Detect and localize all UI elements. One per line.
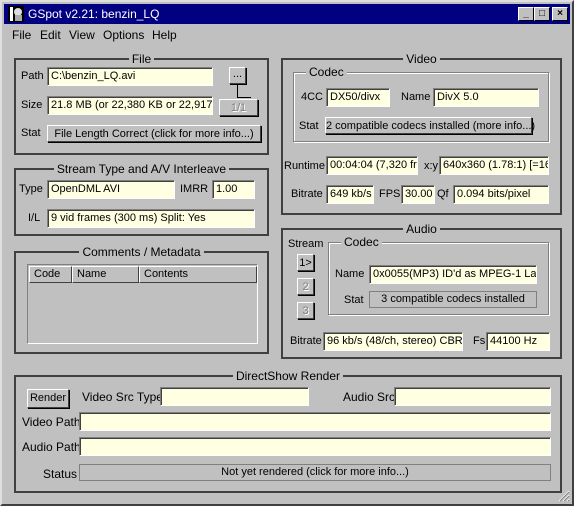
column-name[interactable]: Name	[72, 266, 139, 283]
audio-stream-3-button[interactable]: 3	[297, 302, 314, 319]
video-stat-button[interactable]: 2 compatible codecs installed (more info…	[325, 117, 535, 134]
audio-bitrate-field[interactable]: 96 kb/s (48/ch, stereo) CBR	[323, 332, 463, 351]
comments-table-header: Code Name Contents	[29, 266, 257, 283]
stat-label: Stat	[21, 127, 41, 139]
menu-file[interactable]: File	[12, 28, 31, 42]
column-code[interactable]: Code	[29, 266, 72, 283]
video-bitrate-field[interactable]: 649 kb/s	[326, 185, 374, 204]
browse-button[interactable]: ...	[229, 67, 246, 84]
audio-codec-legend: Codec	[341, 235, 382, 249]
audio-path-field[interactable]	[79, 437, 551, 456]
audio-legend: Audio	[403, 222, 440, 236]
audio-path-label: Audio Path	[22, 440, 81, 454]
video-path-label: Video Path	[22, 415, 81, 429]
imrr-field[interactable]: 1.00	[212, 180, 255, 199]
close-button[interactable]: ×	[552, 7, 568, 21]
status-label: Status	[43, 467, 78, 481]
fourcc-label: 4CC	[301, 91, 324, 103]
path-field[interactable]: C:\benzin_LQ.avi	[47, 67, 213, 86]
fourcc-field[interactable]: DX50/divx	[326, 88, 390, 107]
render-button[interactable]: Render	[27, 389, 69, 408]
comments-group: Comments / Metadata Code Name Contents	[14, 245, 269, 354]
menu-options[interactable]: Options	[103, 28, 144, 42]
menu-view[interactable]: View	[69, 28, 95, 42]
xy-field[interactable]: 640x360 (1.78:1) [=16	[439, 156, 549, 175]
resize-grip-icon[interactable]	[558, 490, 570, 502]
render-legend: DirectShow Render	[232, 369, 344, 383]
type-field[interactable]: OpenDML AVI	[47, 180, 175, 199]
app-icon	[8, 6, 24, 22]
audio-codec-group: Codec Name 0x0055(MP3) ID'd as MPEG-1 La…	[328, 235, 549, 315]
audio-bitrate-label: Bitrate	[290, 335, 322, 347]
audio-src-field[interactable]	[394, 387, 551, 406]
stream-type-group: Stream Type and A/V Interleave Type Open…	[14, 162, 269, 236]
video-codec-legend: Codec	[306, 65, 347, 79]
column-contents[interactable]: Contents	[139, 266, 257, 283]
title-bar[interactable]: GSpot v2.21: benzin_LQ _ □ ×	[4, 4, 570, 24]
maximize-button[interactable]: □	[534, 7, 550, 21]
audio-stat-field[interactable]: 3 compatible codecs installed	[369, 291, 537, 308]
video-name-label: Name	[401, 91, 431, 103]
file-group: File Path C:\benzin_LQ.avi ... Size 21.8…	[14, 52, 269, 155]
xy-label: x:y	[424, 160, 439, 172]
fs-field[interactable]: 44100 Hz	[486, 332, 550, 351]
il-label: I/L	[28, 212, 41, 224]
file-stat-button[interactable]: File Length Correct (click for more info…	[47, 125, 261, 142]
menu-edit[interactable]: Edit	[40, 28, 61, 42]
size-field[interactable]: 21.8 MB (or 22,380 KB or 22,917,	[47, 96, 213, 115]
video-name-field[interactable]: DivX 5.0	[433, 88, 539, 107]
video-stat-label: Stat	[299, 120, 319, 132]
audio-stream-2-button[interactable]: 2	[297, 278, 314, 295]
runtime-field[interactable]: 00:04:04 (7,320 fr)	[326, 156, 418, 175]
video-bitrate-label: Bitrate	[291, 188, 323, 200]
directshow-render-group: DirectShow Render Render Video Src Type …	[14, 369, 562, 493]
video-path-field[interactable]	[79, 412, 551, 431]
fps-label: FPS	[379, 188, 401, 200]
connector-line	[237, 97, 251, 98]
audio-src-label: Audio Src	[343, 390, 396, 404]
runtime-label: Runtime	[284, 160, 325, 172]
video-group: Video Codec 4CC DX50/divx Name DivX 5.0 …	[281, 52, 562, 215]
menu-help[interactable]: Help	[152, 28, 177, 42]
path-label: Path	[21, 70, 44, 82]
comments-legend: Comments / Metadata	[79, 245, 204, 259]
connector-line	[237, 84, 238, 98]
stream-label: Stream	[288, 238, 324, 250]
qf-field[interactable]: 0.094 bits/pixel	[453, 185, 549, 204]
comments-table[interactable]: Code Name Contents	[27, 264, 258, 344]
video-src-type-label: Video Src Type	[82, 390, 163, 404]
stream-legend: Stream Type and A/V Interleave	[53, 162, 230, 176]
il-field[interactable]: 9 vid frames (300 ms) Split: Yes	[47, 209, 255, 228]
type-label: Type	[19, 183, 43, 195]
audio-stream-1-button[interactable]: 1>	[297, 254, 314, 271]
fps-field[interactable]: 30.00	[401, 185, 435, 204]
qf-label: Qf	[437, 188, 449, 200]
video-codec-group: Codec 4CC DX50/divx Name DivX 5.0 Stat 2…	[293, 65, 549, 142]
file-legend: File	[128, 52, 155, 66]
fs-label: Fs	[473, 335, 486, 347]
size-label: Size	[21, 99, 43, 111]
render-status-button[interactable]: Not yet rendered (click for more info...…	[79, 464, 551, 481]
video-src-type-field[interactable]	[160, 387, 309, 406]
audio-name-label: Name	[335, 268, 365, 280]
menu-bar: File Edit View Options Help	[4, 26, 570, 44]
imrr-label: IMRR	[180, 183, 209, 195]
file-nav-button[interactable]: 1/1	[219, 99, 258, 116]
audio-name-field[interactable]: 0x0055(MP3) ID'd as MPEG-1 Lay	[369, 265, 537, 284]
minimize-button[interactable]: _	[518, 7, 534, 21]
video-legend: Video	[403, 52, 440, 66]
gspot-window: GSpot v2.21: benzin_LQ _ □ × File Edit V…	[0, 0, 574, 506]
window-title: GSpot v2.21: benzin_LQ	[28, 7, 160, 21]
audio-stat-label: Stat	[344, 294, 364, 306]
audio-group: Audio Stream 1> 2 3 Codec Name 0x0055(MP…	[281, 222, 562, 359]
